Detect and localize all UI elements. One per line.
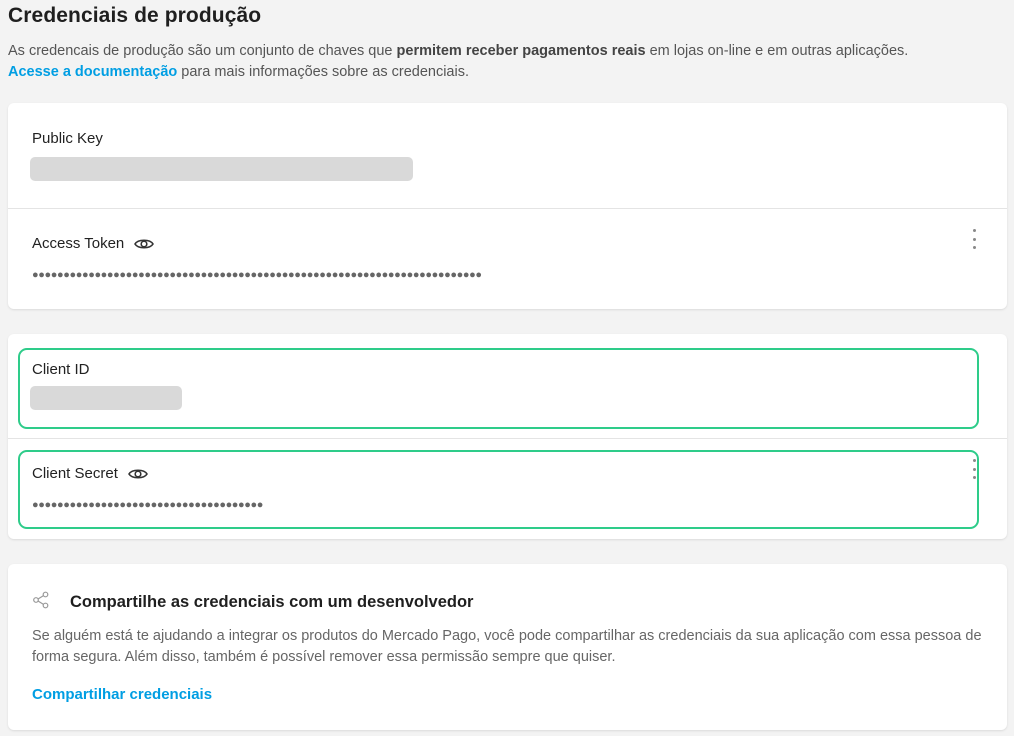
share-description: Se alguém está te ajudando a integrar os… [32, 628, 982, 665]
production-credentials-card: Public Key Access Token ●●●●●●●●●●●●●●●●… [8, 103, 1007, 309]
client-id-value-masked[interactable] [30, 386, 182, 410]
access-token-kebab-menu-icon[interactable] [969, 229, 979, 249]
client-secret-kebab-menu-icon[interactable] [969, 459, 979, 479]
intro-bold: permitem receber pagamentos reais [396, 43, 646, 59]
divider [8, 208, 1007, 209]
access-token-label-text: Access Token [32, 235, 125, 252]
public-key-label-text: Public Key [32, 130, 103, 147]
share-icon [32, 591, 50, 614]
intro-part2: em lojas on-line e em outras aplicações. [645, 43, 909, 59]
intro-part3: para mais informações sobre as credencia… [177, 64, 469, 80]
client-secret-label: Client Secret [32, 465, 148, 482]
intro-part1: As credencais de produção são um conjunt… [8, 43, 397, 59]
public-key-label: Public Key [32, 130, 103, 147]
client-id-label: Client ID [32, 361, 90, 378]
client-id-label-text: Client ID [32, 361, 90, 378]
divider [8, 438, 1007, 439]
public-key-value-masked[interactable] [30, 157, 413, 181]
share-title: Compartilhe as credenciais com um desenv… [70, 593, 474, 611]
eye-icon[interactable] [127, 467, 148, 481]
eye-icon[interactable] [134, 237, 155, 251]
share-header: Compartilhe as credenciais com um desenv… [32, 591, 473, 614]
client-secret-label-text: Client Secret [32, 465, 118, 482]
client-secret-highlight [18, 450, 979, 529]
client-secret-value-masked[interactable]: ●●●●●●●●●●●●●●●●●●●●●●●●●●●●●●●●●●●●● [32, 498, 352, 512]
intro-text: As credencais de produção são um conjunt… [8, 41, 1008, 83]
client-credentials-card: Client ID Client Secret ●●●●●●●●●●●●●●●●… [8, 334, 1007, 539]
share-credentials-link[interactable]: Compartilhar credenciais [32, 686, 212, 703]
access-token-value-masked[interactable]: ●●●●●●●●●●●●●●●●●●●●●●●●●●●●●●●●●●●●●●●●… [32, 268, 682, 282]
share-credentials-card: Compartilhe as credenciais com um desenv… [8, 564, 1007, 730]
access-token-label: Access Token [32, 235, 155, 252]
page-title: Credenciais de produção [8, 4, 262, 27]
documentation-link[interactable]: Acesse a documentação [8, 64, 177, 80]
